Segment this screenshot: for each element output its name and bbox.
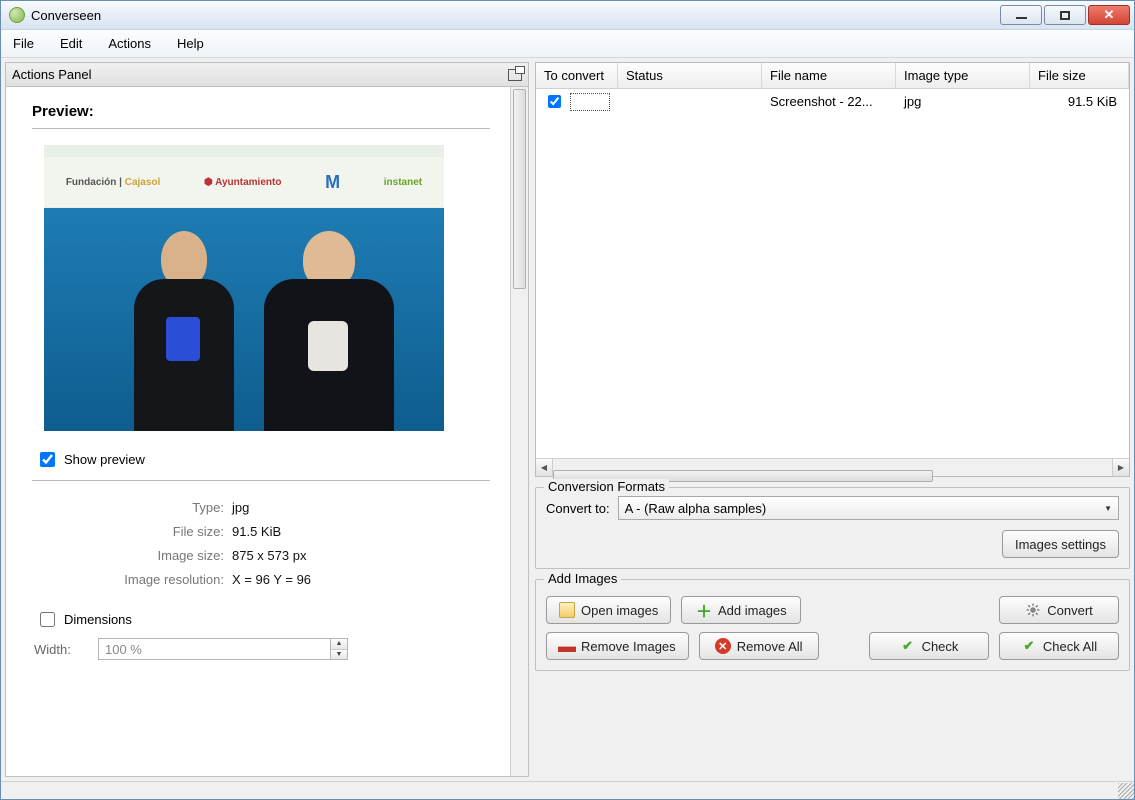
x-circle-icon: ✕ (715, 638, 731, 654)
meta-type-label: Type: (32, 500, 232, 515)
width-row: Width: ▲▼ (34, 638, 490, 660)
conversion-formats-group: Conversion Formats Convert to: A - (Raw … (535, 487, 1130, 569)
spin-down-icon[interactable]: ▼ (331, 650, 347, 660)
menu-actions[interactable]: Actions (102, 34, 157, 53)
resize-grip-icon[interactable] (1118, 783, 1134, 799)
convert-to-selected: A - (Raw alpha samples) (625, 501, 767, 516)
app-window: Converseen ✕ File Edit Actions Help Acti… (0, 0, 1135, 800)
actions-panel-header: Actions Panel (6, 63, 528, 87)
actions-panel-body: Preview: Fundación | Cajasol ⬢ Ayuntamie… (6, 87, 528, 776)
dimensions-row: Dimensions (36, 609, 490, 630)
width-label: Width: (34, 642, 88, 657)
add-images-button[interactable]: ＋ Add images (681, 596, 801, 624)
meta-resolution-label: Image resolution: (32, 572, 232, 587)
dimensions-label: Dimensions (64, 612, 132, 627)
image-meta: Type:jpg File size:91.5 KiB Image size:8… (32, 495, 490, 591)
menu-edit[interactable]: Edit (54, 34, 88, 53)
plus-icon: ＋ (696, 602, 712, 618)
row-focus-indicator (570, 93, 610, 111)
convert-to-select[interactable]: A - (Raw alpha samples) ▼ (618, 496, 1119, 520)
menu-file[interactable]: File (7, 34, 40, 53)
actions-panel-title: Actions Panel (12, 67, 92, 82)
minus-icon: ▬ (559, 638, 575, 654)
show-preview-row: Show preview (32, 449, 490, 470)
scroll-right-icon[interactable]: ▶ (1112, 459, 1129, 476)
titlebar: Converseen ✕ (1, 1, 1134, 30)
row-checkbox[interactable] (548, 94, 561, 109)
close-button[interactable]: ✕ (1088, 5, 1130, 25)
remove-all-label: Remove All (737, 639, 803, 654)
check-icon: ✔ (900, 638, 916, 654)
col-to-convert[interactable]: To convert (536, 63, 618, 88)
remove-images-label: Remove Images (581, 639, 676, 654)
meta-imagesize-value: 875 x 573 px (232, 548, 306, 563)
meta-filesize-value: 91.5 KiB (232, 524, 281, 539)
table-row[interactable]: Screenshot - 22... jpg 91.5 KiB (536, 89, 1129, 115)
app-icon (9, 7, 25, 23)
scroll-left-icon[interactable]: ◀ (536, 459, 553, 476)
meta-type-value: jpg (232, 500, 249, 515)
col-file-name[interactable]: File name (762, 63, 896, 88)
conversion-formats-label: Conversion Formats (544, 479, 669, 494)
meta-resolution-value: X = 96 Y = 96 (232, 572, 311, 587)
width-spinbox[interactable]: ▲▼ (98, 638, 348, 660)
width-input[interactable] (99, 642, 330, 657)
add-images-label: Add Images (544, 571, 621, 586)
window-controls: ✕ (1000, 5, 1130, 25)
maximize-button[interactable] (1044, 5, 1086, 25)
col-status[interactable]: Status (618, 63, 762, 88)
preview-label: Preview: (32, 103, 490, 120)
menubar: File Edit Actions Help (1, 30, 1134, 58)
actions-panel-content: Preview: Fundación | Cajasol ⬢ Ayuntamie… (6, 87, 510, 776)
dimensions-checkbox[interactable] (40, 612, 55, 627)
detach-panel-icon[interactable] (508, 69, 522, 81)
show-preview-label: Show preview (64, 452, 145, 467)
convert-label: Convert (1047, 603, 1093, 618)
add-images-btn-label: Add images (718, 603, 787, 618)
client-area: Actions Panel Preview: Fundación | Cajas… (1, 58, 1134, 781)
meta-filesize-label: File size: (32, 524, 232, 539)
images-table: To convert Status File name Image type F… (535, 62, 1130, 477)
right-panel: To convert Status File name Image type F… (535, 62, 1130, 777)
row-file-size: 91.5 KiB (1030, 94, 1129, 109)
row-image-type: jpg (896, 94, 1030, 109)
open-images-button[interactable]: Open images (546, 596, 671, 624)
chevron-down-icon: ▼ (1104, 504, 1112, 513)
check-button[interactable]: ✔ Check (869, 632, 989, 660)
check-all-button[interactable]: ✔ Check All (999, 632, 1119, 660)
meta-imagesize-label: Image size: (32, 548, 232, 563)
convert-button[interactable]: Convert (999, 596, 1119, 624)
images-settings-label: Images settings (1015, 537, 1106, 552)
menu-help[interactable]: Help (171, 34, 210, 53)
actions-panel-scrollbar[interactable] (510, 87, 528, 776)
remove-all-button[interactable]: ✕ Remove All (699, 632, 819, 660)
folder-icon (559, 602, 575, 618)
table-body: Screenshot - 22... jpg 91.5 KiB (536, 89, 1129, 458)
gear-icon (1025, 602, 1041, 618)
minimize-button[interactable] (1000, 5, 1042, 25)
divider (32, 480, 490, 481)
images-settings-button[interactable]: Images settings (1002, 530, 1119, 558)
row-file-name: Screenshot - 22... (762, 94, 896, 109)
check-all-label: Check All (1043, 639, 1097, 654)
add-images-group: Add Images Open images ＋ Add images (535, 579, 1130, 671)
show-preview-checkbox[interactable] (40, 452, 55, 467)
spin-up-icon[interactable]: ▲ (331, 639, 347, 650)
divider (32, 128, 490, 129)
statusbar (1, 781, 1134, 799)
check-icon: ✔ (1021, 638, 1037, 654)
open-images-label: Open images (581, 603, 658, 618)
check-label: Check (922, 639, 959, 654)
remove-images-button[interactable]: ▬ Remove Images (546, 632, 689, 660)
actions-panel: Actions Panel Preview: Fundación | Cajas… (5, 62, 529, 777)
convert-to-label: Convert to: (546, 501, 610, 516)
table-horizontal-scrollbar[interactable]: ◀ ▶ (536, 458, 1129, 476)
table-header: To convert Status File name Image type F… (536, 63, 1129, 89)
window-title: Converseen (31, 8, 1000, 23)
preview-image: Fundación | Cajasol ⬢ Ayuntamiento M ins… (44, 145, 444, 431)
col-image-type[interactable]: Image type (896, 63, 1030, 88)
col-file-size[interactable]: File size (1030, 63, 1129, 88)
